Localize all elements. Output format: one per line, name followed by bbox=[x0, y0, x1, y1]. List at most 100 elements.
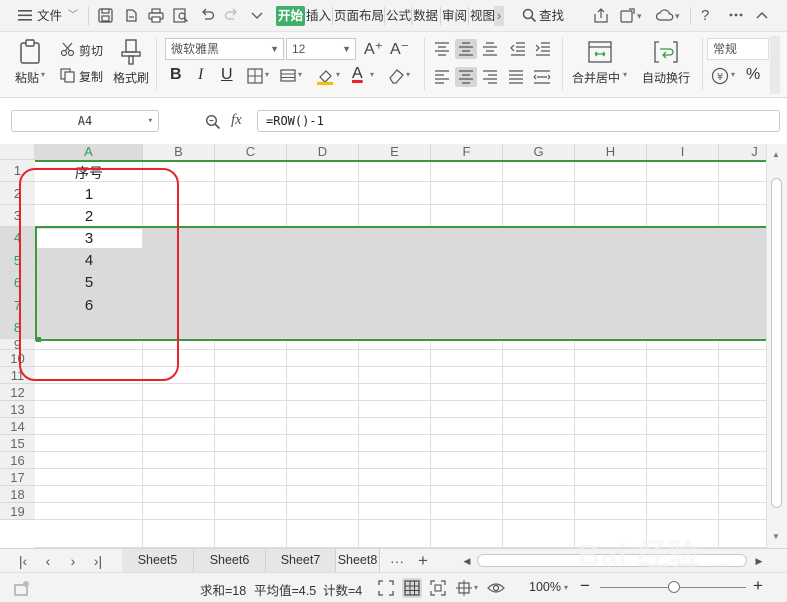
underline-button[interactable]: U bbox=[221, 66, 233, 84]
tab-page-layout[interactable]: 页面布局 bbox=[334, 6, 384, 26]
column-header-d[interactable]: D bbox=[287, 144, 359, 160]
row-header-19[interactable]: 19 bbox=[0, 503, 35, 520]
share-icon[interactable] bbox=[592, 6, 610, 24]
number-format-select[interactable]: 常规 bbox=[707, 38, 769, 60]
prev-sheet-icon[interactable]: ‹ bbox=[39, 552, 57, 570]
row-header-13[interactable]: 13 bbox=[0, 401, 35, 418]
chevron-down-icon[interactable]: ▾ bbox=[265, 70, 269, 79]
row-header-16[interactable]: 16 bbox=[0, 452, 35, 469]
search-icon[interactable] bbox=[520, 6, 538, 24]
last-sheet-icon[interactable]: ›| bbox=[89, 552, 107, 570]
vertical-scroll-thumb[interactable] bbox=[771, 178, 782, 508]
page-break-view-icon[interactable] bbox=[428, 578, 448, 598]
zoom-in-button[interactable]: + bbox=[753, 576, 763, 596]
increase-indent-icon[interactable] bbox=[533, 39, 553, 59]
paste-label[interactable]: 粘贴 bbox=[15, 69, 39, 86]
first-sheet-icon[interactable]: |‹ bbox=[14, 552, 32, 570]
italic-button[interactable]: I bbox=[198, 66, 203, 84]
sheet-tab-sheet6[interactable]: Sheet6 bbox=[194, 549, 266, 572]
wrap-text-label[interactable]: 自动换行 bbox=[642, 69, 690, 86]
column-header-i[interactable]: I bbox=[647, 144, 719, 160]
copy-label[interactable]: 复制 bbox=[79, 68, 103, 85]
cut-icon[interactable] bbox=[59, 41, 75, 57]
page-layout-view-icon[interactable] bbox=[454, 578, 474, 598]
column-header-j[interactable]: J bbox=[719, 144, 766, 160]
chevron-down-icon[interactable]: ▾ bbox=[336, 70, 340, 79]
format-painter-label[interactable]: 格式刷 bbox=[113, 69, 149, 86]
file-menu[interactable]: 文件 bbox=[37, 6, 62, 26]
chevron-down-icon[interactable]: ▾ bbox=[675, 6, 680, 26]
fullscreen-icon[interactable] bbox=[376, 578, 396, 598]
percent-button[interactable]: % bbox=[746, 66, 760, 84]
formula-input[interactable]: =ROW()-1 bbox=[257, 110, 780, 132]
currency-icon[interactable]: ¥ bbox=[710, 66, 730, 86]
scroll-left-icon[interactable]: ◀ bbox=[458, 552, 476, 570]
tab-view[interactable]: 视图 bbox=[470, 6, 495, 26]
cell-style-icon[interactable] bbox=[279, 67, 297, 85]
row-header-14[interactable]: 14 bbox=[0, 418, 35, 435]
row-header-12[interactable]: 12 bbox=[0, 384, 35, 401]
vertical-scrollbar[interactable]: ▲ ▼ bbox=[766, 144, 787, 548]
tab-data[interactable]: 数据 bbox=[413, 6, 438, 26]
align-top-icon[interactable] bbox=[432, 39, 452, 59]
next-sheet-icon[interactable]: › bbox=[64, 552, 82, 570]
hamburger-menu-icon[interactable] bbox=[16, 6, 34, 24]
chevron-down-icon[interactable]: ▾ bbox=[298, 70, 302, 79]
borders-icon[interactable] bbox=[246, 67, 264, 85]
print-preview-icon[interactable] bbox=[172, 6, 190, 24]
align-left-icon[interactable] bbox=[432, 67, 452, 87]
zoom-out-button[interactable]: − bbox=[580, 576, 590, 596]
tab-home[interactable]: 开始 bbox=[276, 6, 306, 26]
column-header-f[interactable]: F bbox=[431, 144, 503, 160]
justify-icon[interactable] bbox=[506, 67, 526, 87]
clear-icon[interactable] bbox=[386, 67, 404, 85]
tab-formulas[interactable]: 公式 bbox=[386, 6, 411, 26]
paste-icon[interactable] bbox=[16, 38, 44, 66]
column-header-e[interactable]: E bbox=[359, 144, 431, 160]
normal-view-icon[interactable] bbox=[402, 578, 422, 598]
font-color-button[interactable]: A bbox=[352, 65, 363, 83]
font-size-select[interactable]: 12 ▼ bbox=[286, 38, 356, 60]
save-icon[interactable] bbox=[96, 6, 114, 24]
font-name-select[interactable]: 微软雅黑 ▼ bbox=[165, 38, 284, 60]
scroll-right-icon[interactable]: ▶ bbox=[750, 552, 768, 570]
add-sheet-button[interactable]: + bbox=[414, 552, 432, 570]
column-header-c[interactable]: C bbox=[215, 144, 287, 160]
fill-color-icon[interactable] bbox=[315, 66, 335, 86]
cut-label[interactable]: 剪切 bbox=[79, 42, 103, 59]
column-header-a[interactable]: A bbox=[35, 144, 143, 160]
align-center-icon[interactable] bbox=[455, 67, 477, 87]
row-header-15[interactable]: 15 bbox=[0, 435, 35, 452]
chevron-down-icon[interactable]: ▾ bbox=[623, 70, 627, 79]
merge-center-icon[interactable] bbox=[586, 38, 614, 66]
more-tabs-button[interactable]: › bbox=[494, 6, 504, 26]
scroll-up-icon[interactable]: ▲ bbox=[772, 150, 780, 159]
sheet-tab-sheet5[interactable]: Sheet5 bbox=[122, 549, 194, 572]
chevron-down-icon[interactable]: ▾ bbox=[637, 6, 642, 26]
chevron-down-icon[interactable]: ▾ bbox=[370, 70, 374, 79]
search-label[interactable]: 查找 bbox=[539, 6, 564, 26]
row-header-18[interactable]: 18 bbox=[0, 486, 35, 503]
chevron-down-icon[interactable]: ﹀ bbox=[68, 6, 78, 26]
print-icon[interactable] bbox=[147, 6, 165, 24]
sheet-tab-sheet7[interactable]: Sheet7 bbox=[266, 549, 336, 572]
eye-protection-icon[interactable] bbox=[486, 578, 506, 598]
ribbon-scroll[interactable] bbox=[770, 36, 780, 94]
format-painter-icon[interactable] bbox=[118, 38, 144, 66]
chevron-down-icon[interactable]: ▾ bbox=[474, 583, 478, 592]
cloud-sync-icon[interactable] bbox=[656, 6, 674, 24]
increase-font-size-button[interactable]: A⁺ bbox=[364, 39, 383, 59]
tab-review[interactable]: 审阅 bbox=[442, 6, 467, 26]
decrease-font-size-button[interactable]: A⁻ bbox=[390, 39, 409, 59]
redo-icon[interactable] bbox=[222, 6, 240, 24]
align-bottom-icon[interactable] bbox=[480, 39, 500, 59]
distributed-align-icon[interactable] bbox=[531, 67, 553, 87]
more-options-icon[interactable] bbox=[727, 6, 745, 24]
zoom-search-icon[interactable] bbox=[204, 113, 222, 131]
name-box[interactable]: A4 ▾ bbox=[11, 110, 159, 132]
chevron-down-icon[interactable]: ▾ bbox=[564, 583, 568, 592]
macro-record-icon[interactable] bbox=[12, 578, 32, 598]
column-header-b[interactable]: B bbox=[143, 144, 215, 160]
collapse-ribbon-icon[interactable] bbox=[753, 6, 771, 24]
column-header-g[interactable]: G bbox=[503, 144, 575, 160]
